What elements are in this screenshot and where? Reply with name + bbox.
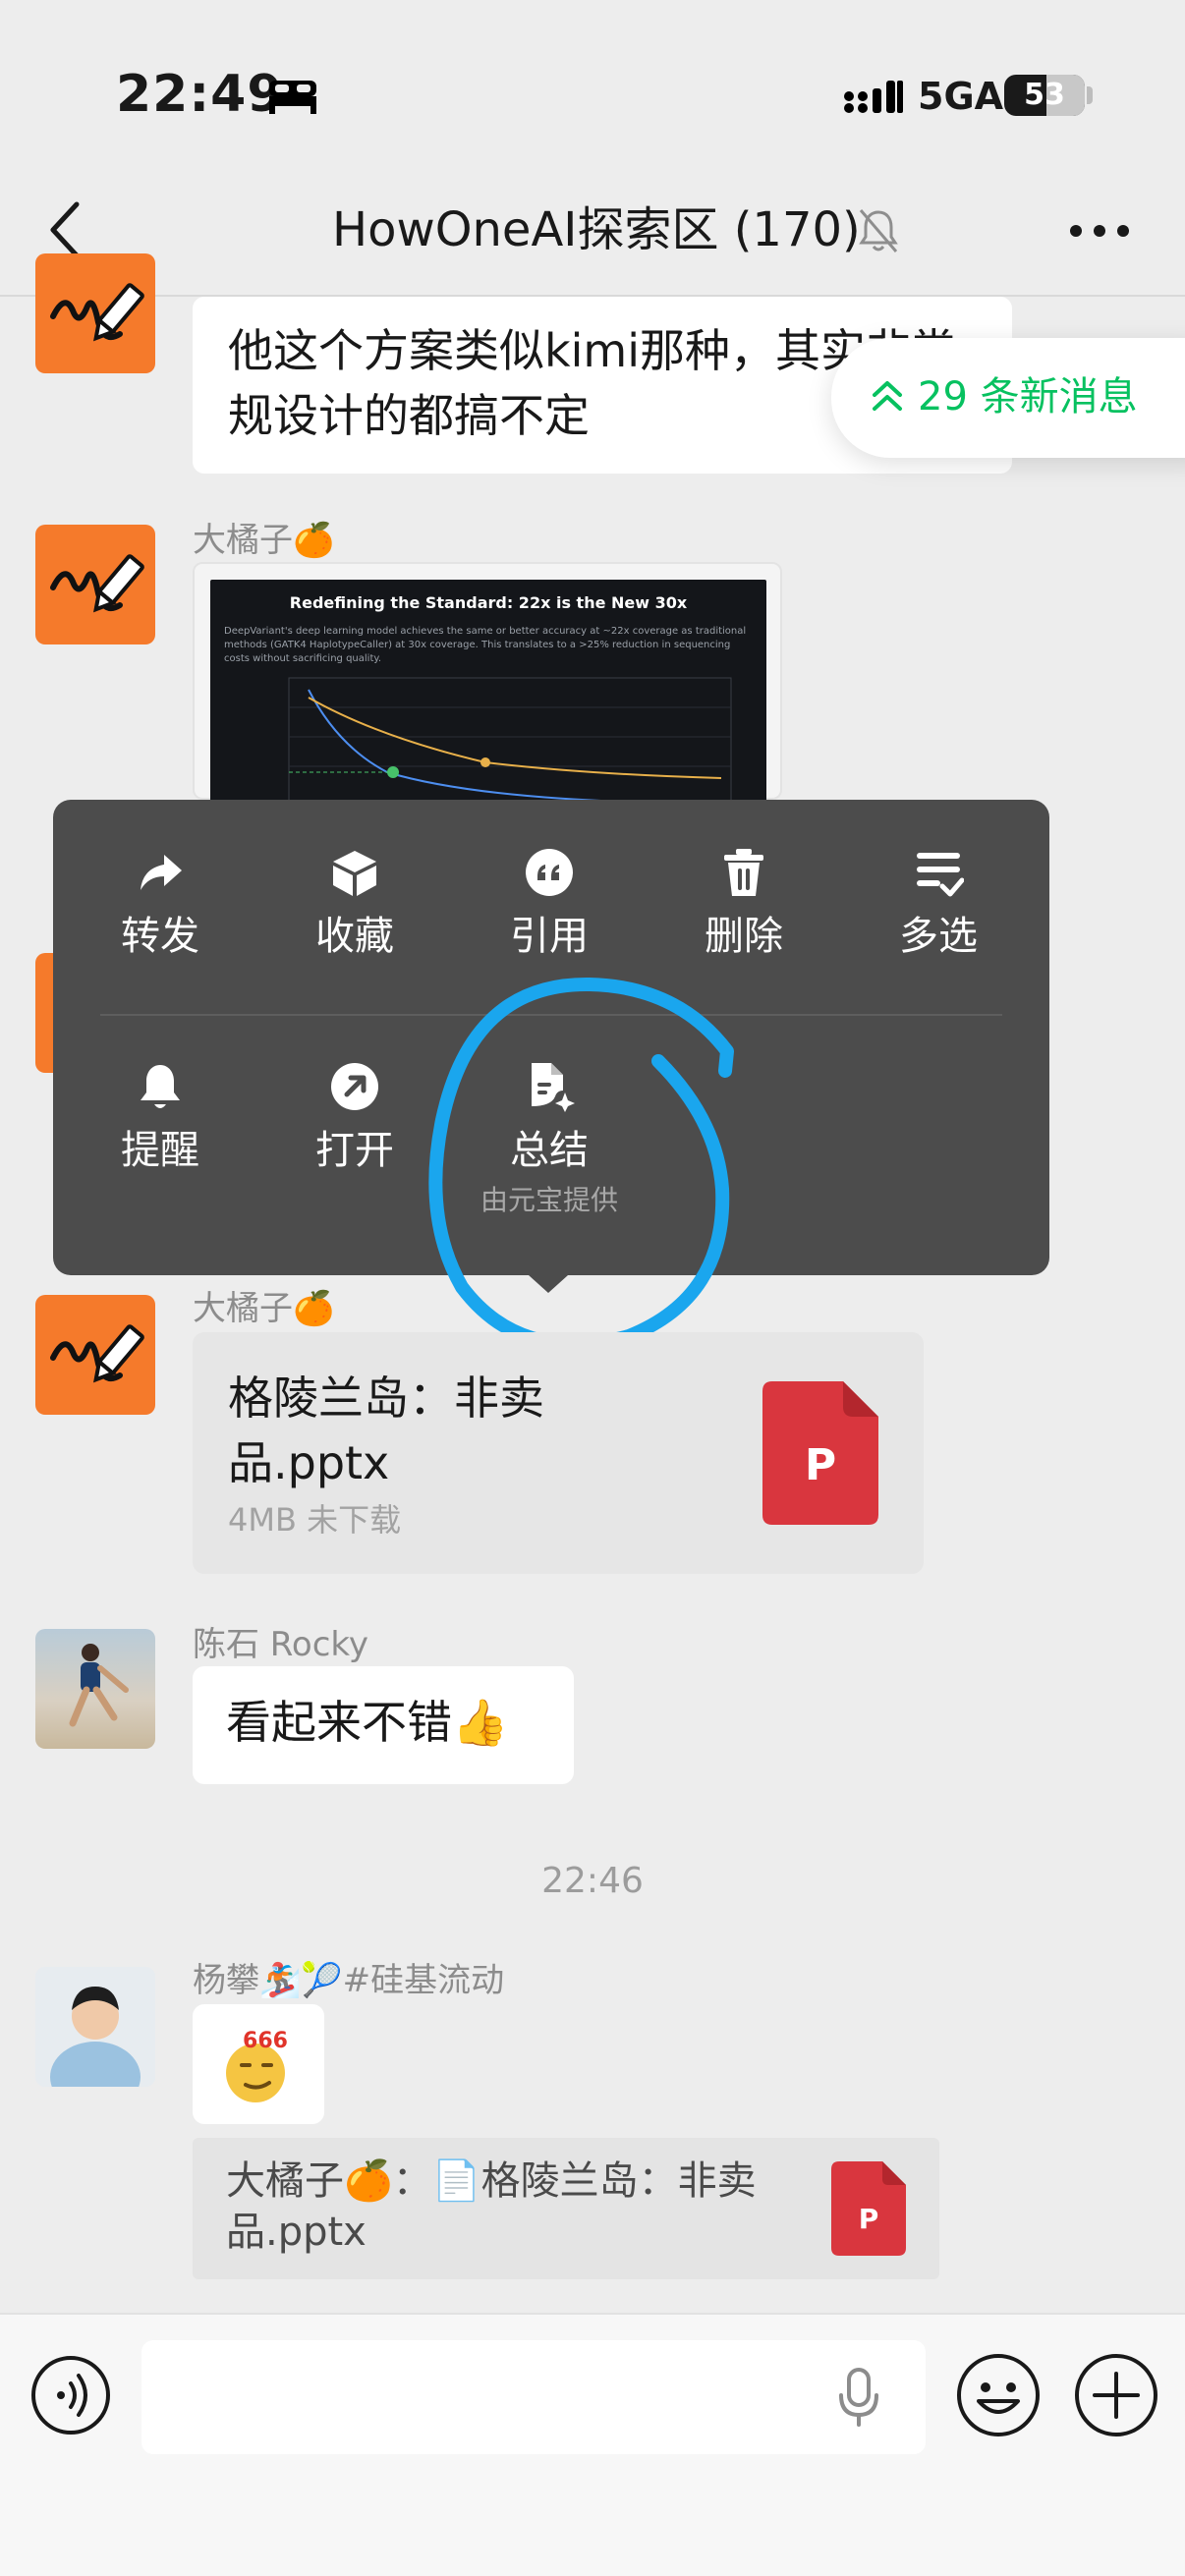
file-badge-letter: P	[859, 2203, 879, 2235]
new-messages-label: 29 条新消息	[918, 374, 1138, 420]
open-icon	[331, 1063, 378, 1110]
sender-name: 杨攀🏂🎾#硅基流动	[193, 1961, 505, 2000]
menu-summarize[interactable]: 总结 由元宝提供	[476, 1061, 623, 1218]
mute-bell-icon	[859, 209, 898, 252]
summarize-icon	[532, 1063, 575, 1112]
beach-photo-avatar	[69, 1644, 129, 1727]
menu-label: 引用	[510, 914, 589, 959]
new-messages-button[interactable]: 29 条新消息	[831, 338, 1185, 458]
sender-name: 大橘子🍊	[193, 1289, 335, 1328]
message-text: 看起来不错👍	[226, 1696, 509, 1749]
image-message[interactable]: Redefining the Standard: 22x is the New …	[193, 562, 782, 808]
slide-thumbnail: Redefining the Standard: 22x is the New …	[210, 580, 766, 808]
menu-quote[interactable]: 引用	[476, 847, 623, 961]
sleep-focus-icon	[269, 81, 316, 114]
file-name: 格陵兰岛：非卖品.pptx	[228, 1372, 544, 1489]
avatar[interactable]	[35, 253, 155, 373]
quote-text: 大橘子🍊：📄格陵兰岛：非卖品.pptx	[226, 2158, 757, 2255]
menu-label: 多选	[899, 914, 978, 959]
menu-remind[interactable]: 提醒	[86, 1061, 234, 1175]
profile-photo-avatar	[35, 1967, 155, 2087]
pen-scribble-icon	[50, 1324, 144, 1383]
file-message[interactable]: 格陵兰岛：非卖品.pptx 4MB 未下载 P	[193, 1332, 924, 1574]
avatar[interactable]	[35, 1967, 155, 2087]
battery-icon: 53	[1004, 75, 1085, 116]
menu-label: 提醒	[121, 1128, 199, 1173]
menu-divider	[100, 1014, 1002, 1016]
double-chevron-up-icon	[873, 381, 902, 411]
forward-icon	[141, 855, 182, 890]
menu-delete[interactable]: 删除	[670, 847, 818, 961]
avatar[interactable]	[35, 1295, 155, 1415]
menu-multi-select[interactable]: 多选	[865, 847, 1012, 961]
delete-icon	[724, 849, 763, 896]
status-time: 22:49	[116, 65, 284, 124]
sender-name: 大橘子🍊	[193, 521, 335, 560]
file-badge-letter: P	[805, 1440, 836, 1490]
quote-icon	[526, 849, 573, 896]
message-input[interactable]	[141, 2340, 926, 2454]
chat-title: HowOneAI探索区 (170)	[332, 202, 861, 257]
favorite-icon	[333, 851, 376, 896]
menu-label: 转发	[121, 914, 199, 959]
network-type: 5GA	[918, 75, 1004, 118]
message-context-menu: 转发 收藏 引用 删除 多选 提醒 打开 总结 由元宝提供	[53, 800, 1049, 1275]
voice-input-icon[interactable]	[29, 2354, 112, 2436]
chat-timestamp: 22:46	[541, 1861, 644, 1901]
menu-favorite[interactable]: 收藏	[281, 847, 428, 961]
menu-pointer	[529, 1275, 568, 1293]
menu-forward[interactable]: 转发	[86, 847, 234, 961]
avatar[interactable]	[35, 525, 155, 644]
menu-label: 总结	[510, 1128, 589, 1173]
file-meta: 4MB 未下载	[228, 1501, 402, 1539]
pen-scribble-icon	[50, 283, 144, 342]
menu-label: 删除	[705, 914, 783, 959]
sticker-666-emoji: 666	[226, 2029, 288, 2102]
message-bubble[interactable]: 看起来不错👍	[193, 1666, 574, 1784]
multi-select-icon	[917, 853, 964, 897]
sticker-text: 666	[243, 2029, 288, 2053]
pptx-file-icon: P	[831, 2161, 906, 2256]
menu-open[interactable]: 打开	[281, 1061, 428, 1175]
signal-icon	[844, 81, 903, 113]
battery-level: 53	[1024, 78, 1065, 112]
pen-scribble-icon	[50, 554, 144, 613]
battery-tip	[1087, 86, 1093, 104]
avatar[interactable]	[35, 1629, 155, 1749]
menu-label: 收藏	[315, 914, 394, 959]
remind-icon	[141, 1065, 180, 1108]
status-bar: 22:49 5GA 53	[0, 0, 1185, 177]
microphone-icon[interactable]	[837, 2366, 880, 2429]
menu-label: 打开	[315, 1128, 394, 1173]
menu-sublabel: 由元宝提供	[480, 1184, 618, 1216]
sender-name: 陈石 Rocky	[193, 1625, 368, 1664]
chat-input-bar	[0, 2313, 1185, 2576]
pptx-file-icon: P	[762, 1381, 878, 1525]
add-more-icon[interactable]	[1073, 2352, 1159, 2438]
quoted-reference[interactable]: 大橘子🍊：📄格陵兰岛：非卖品.pptx P	[193, 2138, 939, 2279]
slide-chart	[288, 677, 732, 808]
emoji-icon[interactable]	[955, 2352, 1042, 2438]
more-options-icon[interactable]	[1067, 206, 1132, 255]
sticker-message[interactable]: 666	[193, 2004, 324, 2124]
